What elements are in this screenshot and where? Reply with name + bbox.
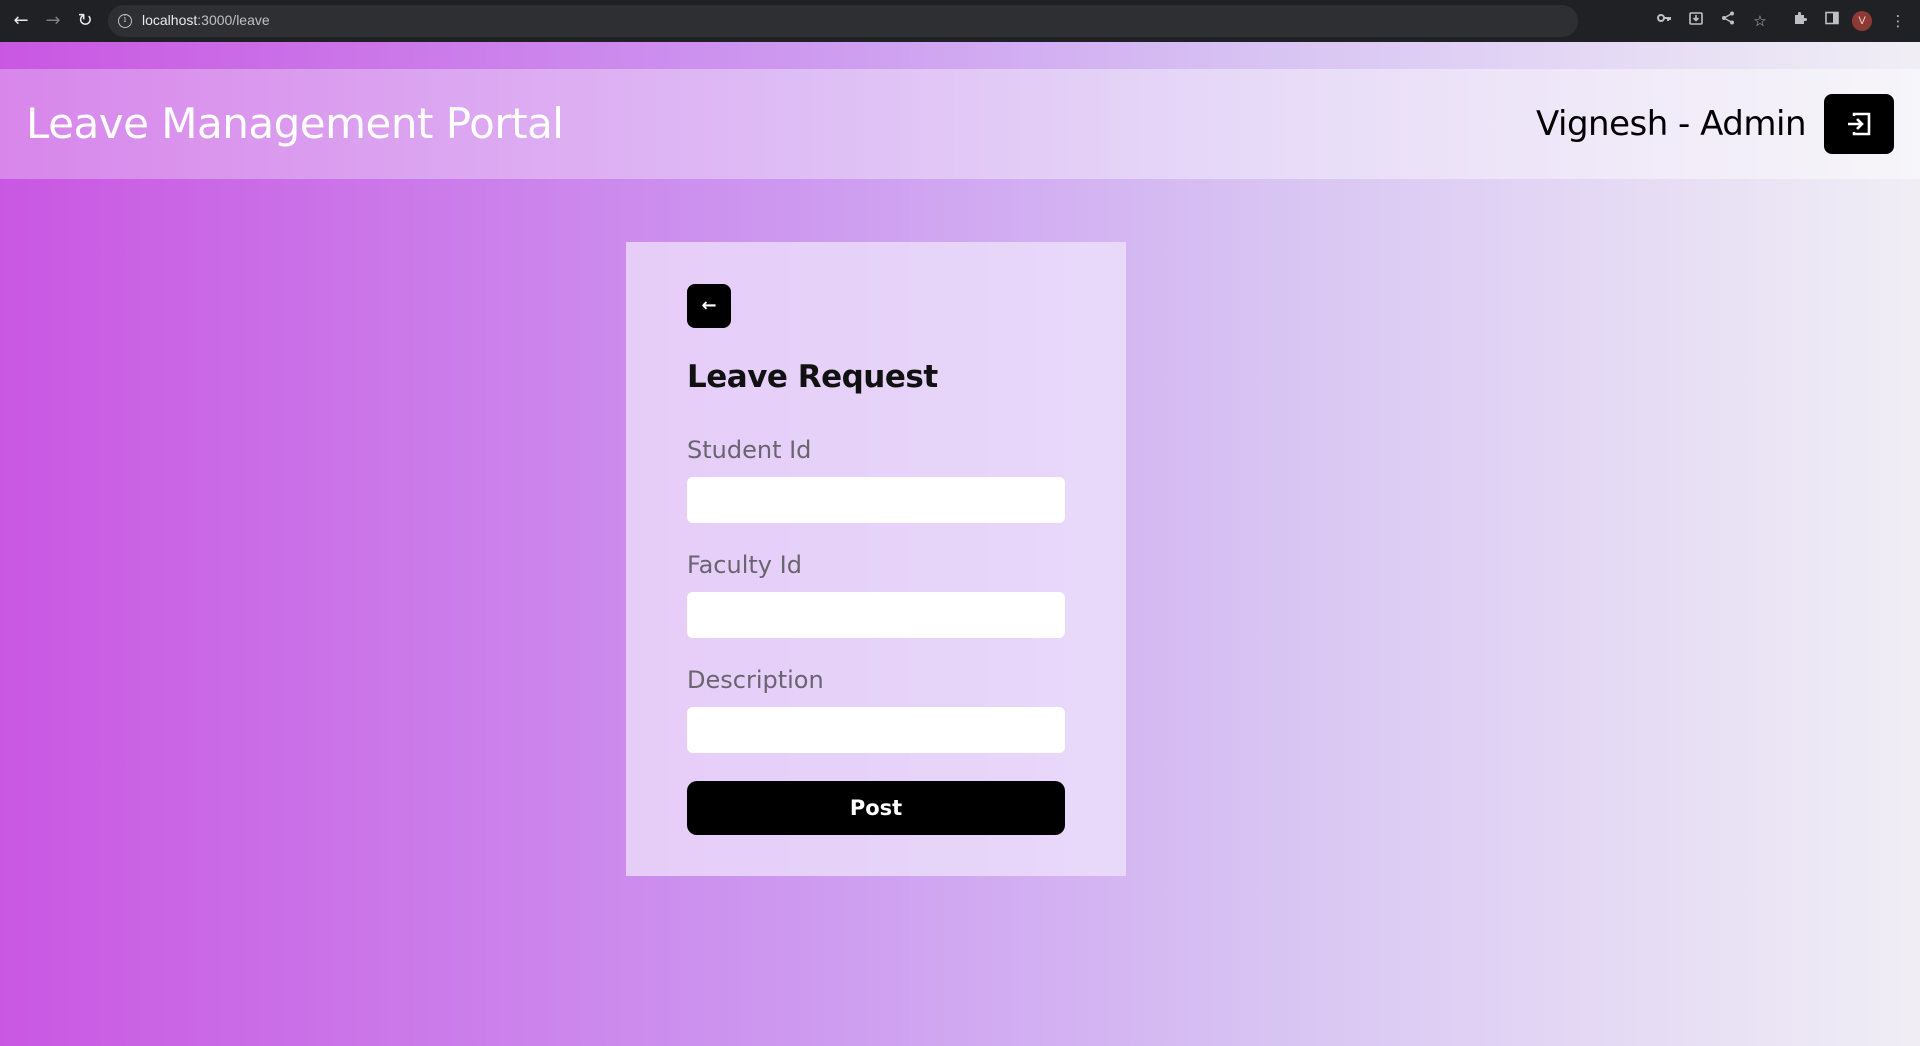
site-info-icon[interactable]: i [118,14,132,28]
arrow-left-icon: ← [701,295,717,316]
install-icon[interactable] [1685,10,1707,32]
form-title: Leave Request [687,359,938,395]
profile-avatar[interactable]: V [1852,11,1872,31]
reload-icon[interactable]: ↻ [73,9,97,33]
back-button[interactable]: ← [687,284,731,328]
page-background: Leave Management Portal Vignesh - Admin … [0,42,1920,1046]
bookmark-star-icon[interactable]: ☆ [1749,10,1771,32]
share-icon[interactable] [1717,10,1739,32]
user-label: Vignesh - Admin [1535,104,1807,144]
description-input[interactable] [687,707,1065,753]
app-header: Leave Management Portal Vignesh - Admin [0,69,1920,179]
browser-toolbar: ← → ↻ i localhost:3000/leave ☆ V ⋮ [0,0,1920,42]
student-id-label: Student Id [687,436,812,464]
extensions-icon[interactable] [1789,10,1811,32]
faculty-id-label: Faculty Id [687,551,802,579]
address-bar[interactable]: i localhost:3000/leave [108,5,1578,37]
description-label: Description [687,666,824,694]
portal-title: Leave Management Portal [26,99,564,148]
logout-icon [1848,112,1871,136]
side-panel-icon[interactable] [1821,10,1843,32]
faculty-id-input[interactable] [687,592,1065,638]
url-text[interactable]: localhost:3000/leave [142,12,270,28]
back-arrow-icon[interactable]: ← [9,9,33,33]
student-id-input[interactable] [687,477,1065,523]
key-icon[interactable] [1653,10,1675,32]
forward-arrow-icon[interactable]: → [41,9,65,33]
more-menu-icon[interactable]: ⋮ [1887,10,1909,32]
leave-request-card: ← Leave Request Student Id Faculty Id De… [626,242,1126,876]
logout-button[interactable] [1824,94,1894,154]
post-button[interactable]: Post [687,781,1065,835]
